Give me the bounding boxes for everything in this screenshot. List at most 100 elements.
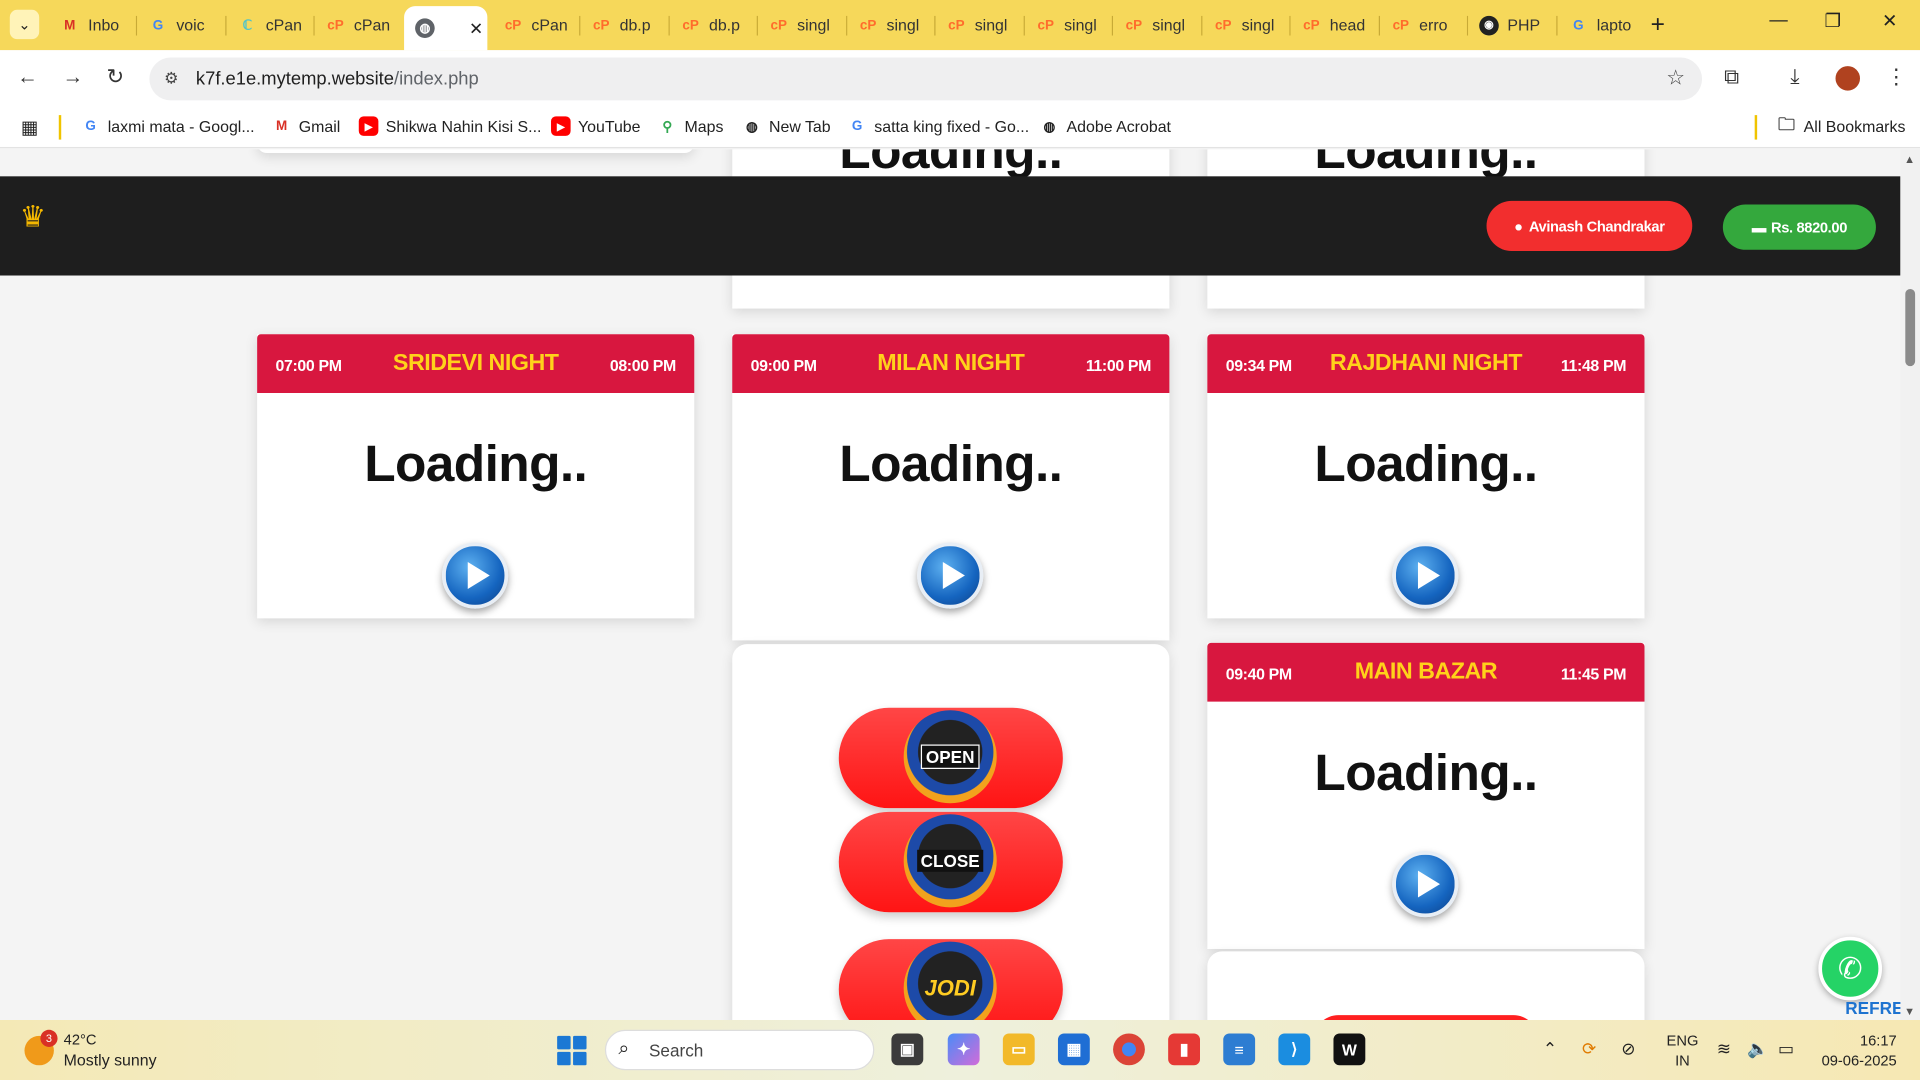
all-bookmarks-button[interactable]: 🗀 All Bookmarks	[1777, 114, 1905, 136]
browser-tab[interactable]: M Inbo	[49, 6, 138, 44]
bookmark-item[interactable]: ◍ New Tab	[742, 116, 831, 136]
close-chart-button[interactable]: CLOSE	[838, 811, 1063, 913]
play-button[interactable]	[1392, 851, 1459, 918]
partial-card	[1207, 951, 1645, 1021]
task-view-icon[interactable]: ▣	[891, 1033, 924, 1066]
notepad-icon[interactable]: ≡	[1223, 1033, 1256, 1066]
browser-tab[interactable]: cP singl	[758, 6, 848, 44]
sync-icon[interactable]: ⟳	[1582, 1038, 1596, 1059]
site-info-icon[interactable]: ⚙	[164, 69, 178, 89]
scroll-up-icon[interactable]: ▲	[1904, 153, 1915, 165]
chrome-icon[interactable]	[1113, 1033, 1145, 1066]
browser-tab[interactable]: G lapto	[1558, 6, 1639, 44]
weather-description[interactable]: Mostly sunny	[64, 1051, 157, 1069]
jodi-chart-button[interactable]: JODI	[838, 939, 1063, 1021]
play-button[interactable]	[442, 542, 509, 609]
browser-tab[interactable]: cP singl	[847, 6, 936, 44]
volume-icon[interactable]: 🔈	[1747, 1038, 1768, 1059]
bookmark-item[interactable]: ◍ Adobe Acrobat	[1040, 116, 1170, 136]
market-card: 09:00 PM MILAN NIGHT 11:00 PM Loading..	[732, 334, 1170, 641]
browser-tab[interactable]: cP db.p	[580, 6, 670, 44]
browser-tab[interactable]: cP singl	[1025, 6, 1114, 44]
browser-tab[interactable]: cP cPan	[315, 6, 404, 44]
profile-avatar[interactable]	[1835, 66, 1861, 91]
tab-search-button[interactable]: ⌄	[9, 9, 40, 40]
minimize-button[interactable]: —	[1769, 10, 1787, 31]
acrobat-icon[interactable]: ▮	[1168, 1033, 1201, 1066]
close-time: 11:48 PM	[1560, 356, 1627, 375]
clock[interactable]: 16:17 09-06-2025	[1818, 1031, 1897, 1070]
menu-dots-icon[interactable]: ⋮	[1886, 65, 1907, 89]
browser-tab[interactable]: G voic	[137, 6, 227, 44]
play-button[interactable]	[1392, 542, 1459, 609]
scrollbar-thumb[interactable]	[1905, 288, 1916, 367]
crown-logo-icon[interactable]: ♛	[20, 200, 46, 236]
user-profile-button[interactable]: ● Avinash Chandrakar	[1486, 200, 1693, 252]
download-icon[interactable]: ⤓	[1790, 65, 1799, 89]
browser-tab[interactable]: ℂ cPan	[227, 6, 315, 44]
browser-tab[interactable]: cP db.p	[670, 6, 758, 44]
browser-tab[interactable]: ◉ PHP	[1468, 6, 1558, 44]
google-icon: G	[85, 118, 96, 134]
close-tab-icon[interactable]: ✕	[469, 18, 483, 39]
copilot-icon[interactable]: ✦	[947, 1033, 980, 1066]
bookmark-item[interactable]: ⚲ Maps	[658, 116, 723, 136]
tray-overflow-icon[interactable]: ⌃	[1543, 1038, 1557, 1059]
browser-tab[interactable]: cP erro	[1380, 6, 1469, 44]
extensions-icon[interactable]: ⧉	[1724, 65, 1739, 89]
forward-arrow-icon[interactable]: →	[62, 65, 83, 89]
new-tab-button[interactable]: +	[1651, 11, 1665, 39]
restore-button[interactable]: ❐	[1824, 10, 1840, 32]
cpanel-icon: cP	[327, 17, 344, 33]
bookmark-item[interactable]: G satta king fixed - Go...	[847, 116, 1029, 136]
wps-icon[interactable]: W	[1333, 1033, 1366, 1066]
play-button[interactable]	[917, 542, 984, 609]
browser-tab-active[interactable]: ◍ ✕	[404, 6, 488, 51]
cpanel-icon: cP	[1392, 17, 1410, 33]
user-icon: ●	[1514, 217, 1523, 235]
bookmark-item[interactable]: M Gmail	[272, 116, 340, 136]
page-viewport: Loading.. Loading.. 07:00 PM SRIDEVI NIG…	[0, 149, 1901, 1021]
loading-text: Loading..	[839, 434, 1063, 493]
browser-tab[interactable]: cP singl	[936, 6, 1025, 44]
whatsapp-icon[interactable]: ✆	[1818, 936, 1883, 1001]
bookmark-item[interactable]: ▶ YouTube	[551, 116, 641, 136]
browser-tab[interactable]: cP singl	[1202, 6, 1291, 44]
reload-icon[interactable]: ↻	[107, 65, 124, 89]
browser-tab[interactable]: cP singl	[1113, 6, 1203, 44]
bookmark-item[interactable]: ▶ Shikwa Nahin Kisi S...	[358, 116, 541, 136]
globe-icon: ◍	[745, 119, 758, 135]
scroll-down-icon[interactable]: ▼	[1904, 1005, 1915, 1017]
browser-tab[interactable]: cP head	[1291, 6, 1381, 44]
network-off-icon[interactable]: ⊘	[1621, 1038, 1635, 1059]
cpanel-icon: cP	[1037, 17, 1054, 33]
windows-start-icon[interactable]	[557, 1035, 587, 1066]
page-scrollbar[interactable]: ▲ ▼	[1900, 149, 1920, 1021]
apps-grid-icon[interactable]: ▦	[21, 116, 38, 139]
bookmark-star-icon[interactable]: ☆	[1666, 66, 1685, 90]
close-window-button[interactable]: ✕	[1882, 10, 1897, 32]
store-icon[interactable]: ▦	[1057, 1033, 1090, 1066]
open-chart-button[interactable]: OPEN	[838, 707, 1063, 809]
back-arrow-icon[interactable]: ←	[17, 65, 38, 89]
language-indicator[interactable]: ENG IN	[1667, 1031, 1699, 1070]
cpanel-icon: cP	[504, 17, 522, 33]
weather-temperature[interactable]: 42°C	[64, 1031, 97, 1048]
taskbar-search[interactable]: ⌕ Search	[604, 1029, 875, 1071]
google-icon: G	[1573, 17, 1584, 33]
url-text[interactable]: k7f.e1e.mytemp.website/index.php	[196, 69, 479, 90]
address-bar[interactable]: ⚙ k7f.e1e.mytemp.website/index.php ☆	[149, 57, 1703, 101]
youtube-icon: ▶	[551, 116, 571, 136]
bookmark-item[interactable]: G laxmi mata - Googl...	[81, 116, 254, 136]
close-badge-icon: CLOSE	[903, 814, 997, 908]
vscode-icon[interactable]: ⟩	[1278, 1033, 1311, 1066]
wifi-icon[interactable]: ≋	[1717, 1038, 1731, 1059]
cpanel-icon: cP	[859, 17, 877, 33]
file-explorer-icon[interactable]: ▭	[1002, 1033, 1035, 1066]
close-time: 11:45 PM	[1560, 664, 1627, 684]
windows-taskbar: 3 42°C Mostly sunny ⌕ Search ▣ ✦ ▭ ▦ ▮ ≡…	[0, 1020, 1920, 1080]
browser-tab[interactable]: cP cPan	[492, 6, 581, 44]
wallet-balance-button[interactable]: ▬ Rs. 8820.00	[1722, 204, 1876, 250]
gmail-icon: M	[276, 118, 288, 134]
battery-icon[interactable]: ▭	[1778, 1038, 1794, 1059]
